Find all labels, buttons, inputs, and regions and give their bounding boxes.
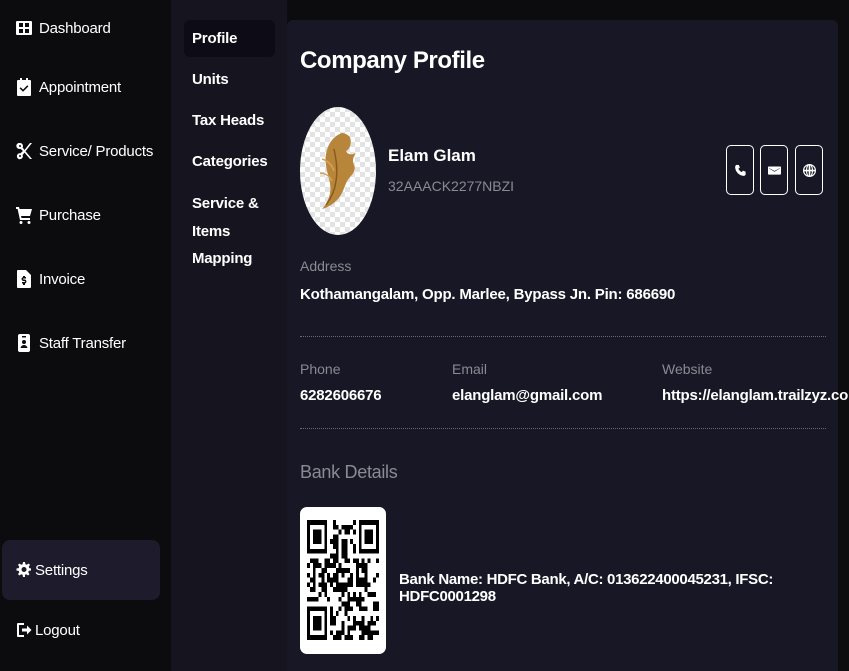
sidebar-item-label: Service/ Products — [39, 142, 154, 160]
dashboard-icon — [16, 18, 32, 38]
bank-details-title: Bank Details — [300, 462, 398, 482]
address-label: Address — [300, 258, 352, 274]
sidebar-item-invoice[interactable]: Invoice — [0, 259, 171, 299]
sidebar-item-settings[interactable]: Settings — [2, 540, 160, 600]
address-value: Kothamangalam, Opp. Marlee, Bypass Jn. P… — [300, 286, 676, 303]
email-button[interactable] — [760, 145, 788, 195]
phone-label: Phone — [300, 361, 341, 377]
calendar-check-icon — [16, 77, 32, 97]
divider — [300, 428, 826, 429]
call-button[interactable] — [726, 145, 754, 195]
sidebar-item-label: Logout — [35, 621, 80, 639]
sidebar-item-staff-transfer[interactable]: Staff Transfer — [0, 323, 171, 363]
gear-icon — [16, 560, 32, 580]
sidebar-item-logout[interactable]: Logout — [0, 610, 171, 650]
submenu-item-units[interactable]: Units — [192, 66, 229, 94]
company-logo — [300, 107, 376, 235]
phone-value: 6282606676 — [300, 387, 382, 404]
invoice-icon — [16, 269, 32, 289]
company-profile-card: Company Profile Elam Glam 32AAACK2277NBZ… — [287, 20, 849, 671]
sidebar-item-label: Purchase — [39, 206, 101, 224]
submenu-item-label-line2: Items — [192, 222, 231, 240]
settings-submenu: Profile Units Tax Heads Categories Servi… — [171, 0, 287, 671]
qr-code-icon — [307, 520, 379, 640]
sidebar-item-service-products[interactable]: Service/ Products — [0, 131, 171, 171]
logout-icon — [16, 620, 32, 640]
cart-icon — [16, 205, 32, 225]
sidebar-item-label: Dashboard — [39, 19, 111, 37]
company-name: Elam Glam — [388, 146, 476, 165]
sidebar-item-purchase[interactable]: Purchase — [0, 195, 171, 235]
bank-qr-code — [300, 507, 386, 654]
sidebar-item-label: Staff Transfer — [39, 334, 126, 352]
divider — [300, 336, 826, 337]
bank-info: Bank Name: HDFC Bank, A/C: 0136224000452… — [399, 571, 774, 605]
woman-silhouette-logo-icon — [319, 133, 356, 209]
sidebar-item-dashboard[interactable]: Dashboard — [0, 8, 171, 48]
submenu-item-service-items-mapping[interactable]: Service & Items Mapping — [192, 190, 259, 273]
submenu-item-label-line3: Mapping — [192, 250, 253, 267]
company-gstin: 32AAACK2277NBZI — [388, 178, 515, 194]
scissors-icon — [16, 141, 32, 161]
submenu-item-profile[interactable]: Profile — [184, 20, 275, 57]
sidebar-item-label: Invoice — [39, 270, 86, 288]
sidebar-item-appointment[interactable]: Appointment — [0, 67, 171, 107]
phone-icon — [734, 164, 746, 176]
envelope-icon — [767, 165, 781, 175]
email-label: Email — [452, 361, 488, 377]
sidebar-item-label: Appointment — [39, 78, 122, 96]
submenu-item-label-line1: Service & — [192, 195, 259, 212]
email-value: elanglam@gmail.com — [452, 387, 603, 404]
website-button[interactable] — [795, 145, 823, 195]
sidebar: Dashboard Appointment Service/ Products … — [0, 0, 171, 671]
globe-icon — [802, 163, 816, 177]
sidebar-item-label: Settings — [35, 561, 88, 579]
submenu-item-categories[interactable]: Categories — [192, 148, 268, 176]
website-value: https://elanglam.trailzyz.com — [662, 387, 849, 404]
website-label: Website — [662, 361, 713, 377]
submenu-item-tax-heads[interactable]: Tax Heads — [192, 107, 264, 135]
staff-transfer-icon — [16, 333, 32, 353]
page-title: Company Profile — [300, 47, 485, 74]
